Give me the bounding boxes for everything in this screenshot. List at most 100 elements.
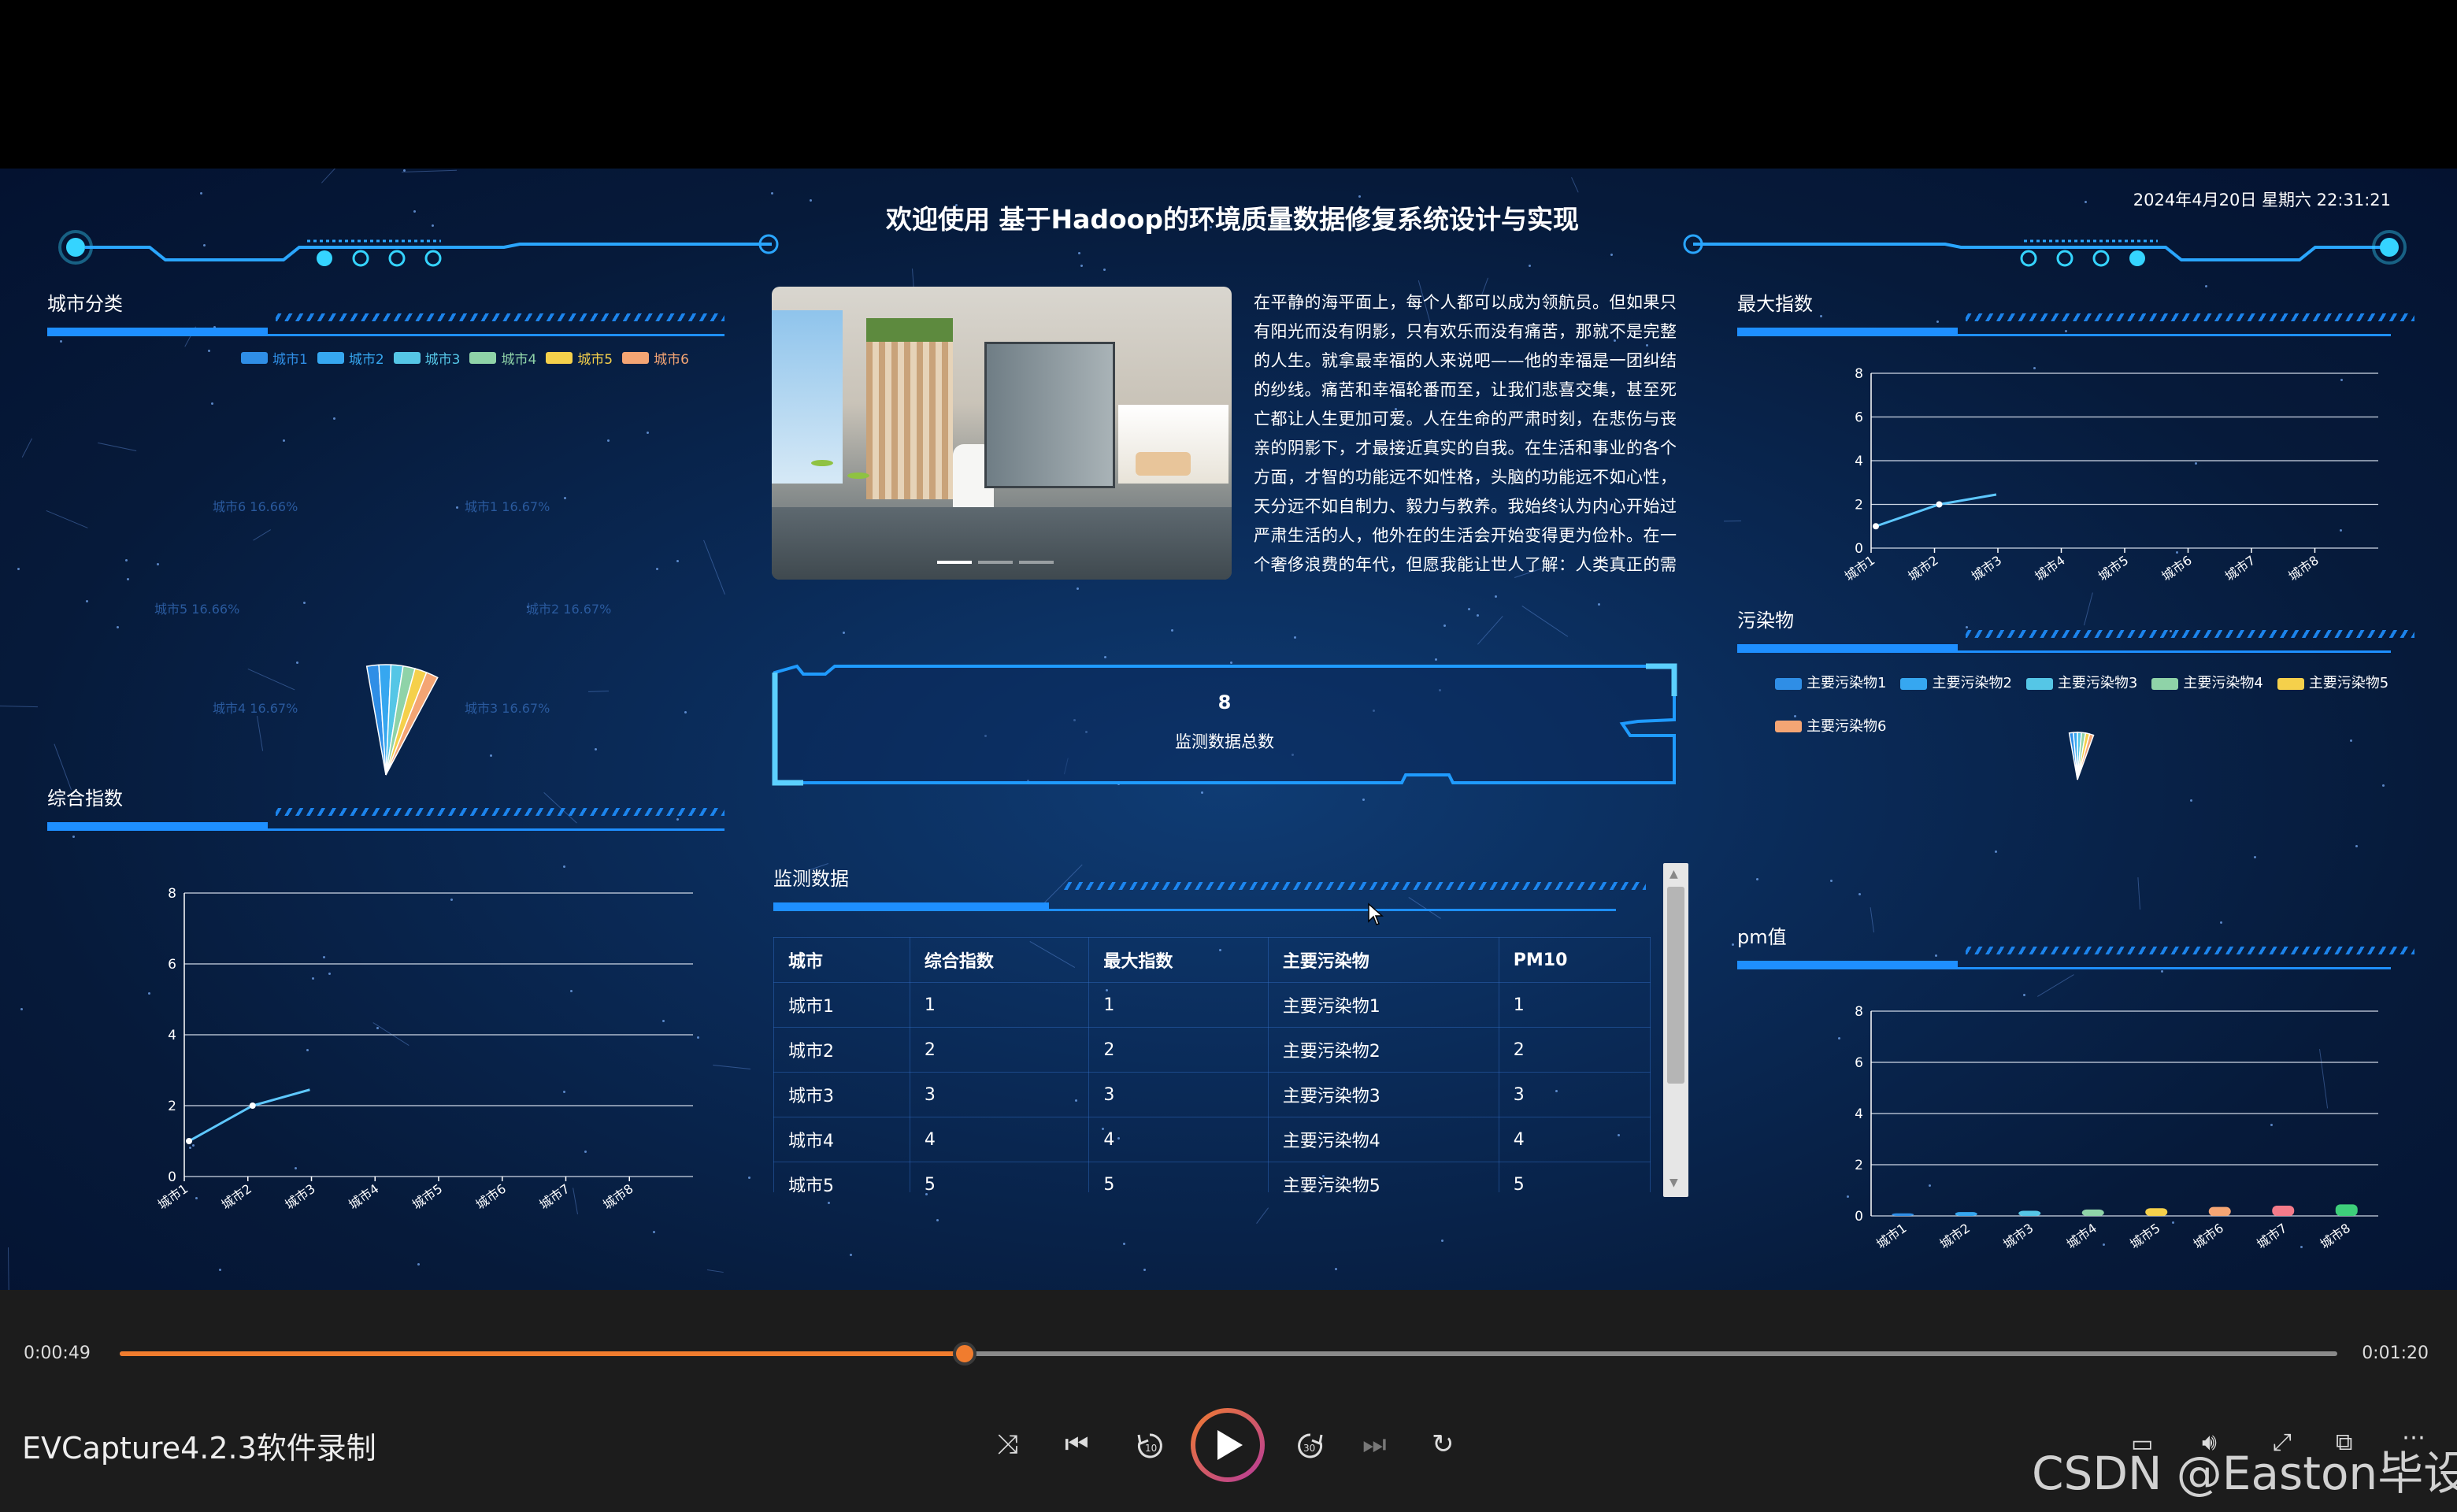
city-legend-item[interactable]: 城市2 [317,348,384,368]
legend-label: 城市1 [272,352,308,368]
particle [2189,799,2192,802]
city-legend-item[interactable]: 城市5 [546,348,613,368]
table-cell: 城市4 [773,1117,910,1162]
y-tick-label: 6 [1855,1055,1863,1071]
play-button[interactable] [1191,1408,1265,1482]
next-icon[interactable]: ⏭ [1362,1429,1387,1460]
particle [200,191,203,195]
shuffle-icon[interactable]: ⤨ [997,1429,1018,1460]
table-scrollbar[interactable]: ▲ ▼ [1663,863,1688,1197]
bar[interactable] [2208,1206,2231,1216]
particle [1362,798,1366,801]
x-tick-label: 城市6 [473,1181,509,1213]
pollutant-legend-item[interactable]: 主要污染物5 [2277,663,2388,704]
x-tick-label: 城市3 [2000,1221,2036,1252]
data-point[interactable] [186,1138,192,1144]
particle-link [2083,592,2093,626]
rewind-10-icon[interactable]: 10 [1134,1430,1166,1462]
scroll-down-arrow-icon[interactable]: ▼ [1670,1177,1678,1189]
column-header[interactable]: 主要污染物 [1267,937,1499,983]
city-legend-item[interactable]: 城市6 [622,348,689,368]
bar[interactable] [1955,1212,1977,1216]
pm-bar-chart: 0 2 4 6 8 城市1 城市2 城市3 城市4 城市5 城市6 城市7 城市8 [1855,1004,2378,1252]
scroll-up-arrow-icon[interactable]: ▲ [1670,868,1678,880]
bar[interactable] [2145,1208,2168,1216]
particle [1528,264,1531,267]
carousel-dot-active[interactable] [937,561,972,564]
particle [653,1230,656,1233]
particle-link [713,1064,750,1069]
pollutant-legend-item[interactable]: 主要污染物1 [1775,663,1886,704]
carousel-dot[interactable] [978,561,1013,564]
table-row[interactable]: 城市2 2 2 主要污染物2 2 [773,1027,1651,1073]
carpet-floor [772,507,1232,580]
y-tick-label: 8 [1855,1004,1863,1020]
column-header[interactable]: PM10 [1498,937,1651,983]
table-row[interactable]: 城市1 1 1 主要污染物1 1 [773,982,1651,1028]
legend-label: 主要污染物5 [2308,675,2389,691]
particle [1494,595,1497,598]
x-tick-label: 城市5 [2096,553,2131,584]
photo-carousel[interactable] [772,287,1232,580]
column-header[interactable]: 最大指数 [1088,937,1269,983]
bar[interactable] [2335,1204,2358,1216]
city-legend-item[interactable]: 城市1 [241,348,308,368]
header-left-decoration [58,230,779,267]
particle [303,602,306,605]
particle [2084,200,2087,203]
column-header[interactable]: 城市 [773,937,910,983]
monitor-table-wrapper[interactable]: 城市 综合指数 最大指数 主要污染物 PM10 城市1 1 1 主要污染物1 1 城市2 2 2 主要污染… [773,937,1652,1192]
pollutant-legend-item[interactable]: 主要污染物2 [1900,663,2012,704]
legend-swatch [1900,677,1928,690]
particle [1102,269,1106,272]
particle [157,563,160,566]
particle [1080,264,1084,267]
data-point[interactable] [1936,501,1943,508]
y-tick-label: 0 [1855,1209,1863,1225]
particle [564,497,567,500]
pollutant-legend-item[interactable]: 主要污染物3 [2025,663,2137,704]
table-row[interactable]: 城市3 3 3 主要污染物3 3 [773,1072,1651,1117]
particle-link [252,529,271,542]
table-cell: 2 [909,1027,1090,1073]
header-right-decoration [1683,230,2407,267]
bar[interactable] [2272,1206,2295,1216]
particle [1830,879,1833,882]
x-tick-label: 城市8 [2318,1221,2353,1252]
city-legend-item[interactable]: 城市3 [393,348,460,368]
plant-row [866,318,953,342]
table-cell: 4 [1088,1117,1269,1162]
particle [1467,607,1470,610]
legend-swatch [2277,677,2304,690]
monitor-panel-title: 监测数据 [773,868,849,890]
particle-link [46,510,88,528]
pollutant-legend-item[interactable]: 主要污染物4 [2151,663,2263,704]
previous-icon[interactable]: ⏮ [1065,1429,1089,1460]
data-point[interactable] [249,1102,256,1109]
column-header[interactable]: 综合指数 [909,937,1090,983]
particle-link [256,715,263,751]
table-row[interactable]: 城市5 5 5 主要污染物5 5 [773,1162,1651,1192]
table-row[interactable]: 城市4 4 4 主要污染物4 4 [773,1117,1651,1162]
table-cell: 4 [909,1117,1090,1162]
legend-label: 主要污染物1 [1807,675,1887,691]
table-cell: 1 [1498,982,1651,1028]
seek-bar[interactable] [120,1342,2337,1366]
x-tick-label: 城市8 [600,1181,636,1213]
particle-link [1521,605,1569,637]
repeat-off-icon[interactable]: ↻ [1432,1429,1455,1460]
scrollbar-thumb[interactable] [1667,887,1684,1084]
particle [126,578,129,581]
forward-30-icon[interactable]: 30 [1295,1430,1326,1462]
city-legend-item[interactable]: 城市4 [469,348,536,368]
pollutant-legend-item[interactable]: 主要污染物6 [1775,706,1886,747]
seek-handle[interactable] [952,1342,976,1366]
bar[interactable] [1892,1213,1914,1216]
data-point[interactable] [1873,523,1879,530]
bar[interactable] [2018,1210,2041,1217]
legend-swatch [469,352,497,364]
bar[interactable] [2081,1209,2104,1216]
table-cell: 主要污染物2 [1267,1027,1499,1073]
carousel-dot[interactable] [1019,561,1054,564]
mouse-cursor-icon [1368,902,1384,925]
